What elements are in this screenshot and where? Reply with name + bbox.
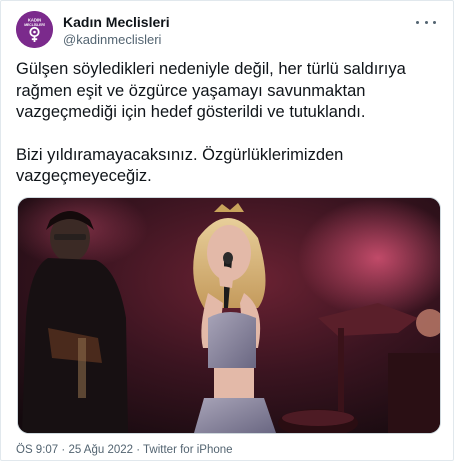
tweet-photo[interactable] bbox=[17, 197, 441, 434]
meta-separator: · bbox=[58, 444, 69, 456]
more-options-icon[interactable] bbox=[416, 15, 436, 29]
venus-symbol-icon: KADIN MECLİSLERİ bbox=[16, 11, 53, 48]
dot-icon bbox=[424, 20, 428, 24]
author-names: Kadın Meclisleri @kadinmeclisleri bbox=[63, 13, 170, 48]
dot-icon bbox=[433, 20, 436, 24]
tweet-source[interactable]: Twitter for iPhone bbox=[143, 444, 232, 456]
meta-separator: · bbox=[133, 444, 144, 456]
concert-photo bbox=[18, 198, 440, 433]
dot-icon bbox=[416, 20, 419, 24]
tweet-text: Gülşen söyledikleri nedeniyle değil, her… bbox=[16, 59, 436, 188]
avatar[interactable]: KADIN MECLİSLERİ bbox=[16, 11, 53, 48]
avatar-text-bottom: MECLİSLERİ bbox=[24, 23, 45, 27]
tweet-header: KADIN MECLİSLERİ Kadın Meclisleri @kadin… bbox=[16, 11, 438, 51]
tweet-meta: ÖS 9:07 · 25 Ağu 2022 · Twitter for iPho… bbox=[16, 444, 233, 456]
tweet-date[interactable]: 25 Ağu 2022 bbox=[68, 444, 133, 456]
tweet-card: KADIN MECLİSLERİ Kadın Meclisleri @kadin… bbox=[0, 0, 454, 461]
tweet-time[interactable]: ÖS 9:07 bbox=[16, 444, 58, 456]
tweet-paragraph: Gülşen söyledikleri nedeniyle değil, her… bbox=[16, 60, 406, 121]
author-display-name[interactable]: Kadın Meclisleri bbox=[63, 13, 170, 31]
author-handle[interactable]: @kadinmeclisleri bbox=[63, 31, 170, 48]
avatar-text-top: KADIN bbox=[28, 18, 41, 23]
tweet-paragraph: Bizi yıldıramayacaksınız. Özgürlüklerimi… bbox=[16, 145, 344, 186]
